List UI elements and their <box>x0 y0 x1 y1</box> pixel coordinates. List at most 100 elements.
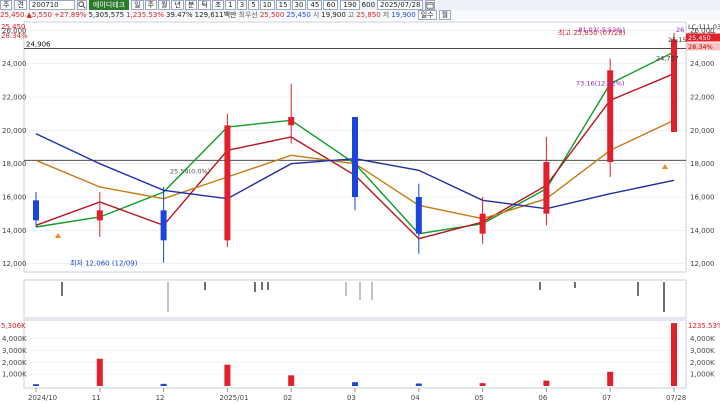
volume-tick-right: 1,000K <box>690 371 715 379</box>
volume-tick-right: 3,000K <box>690 347 715 355</box>
annotation-note1-suffix: 26 <box>676 26 684 34</box>
count-max-label: 600 <box>361 1 376 9</box>
high-value: 25,850 <box>356 11 381 19</box>
y-tick-right: 20,000 <box>690 127 715 135</box>
y-tick-left: 12,000 <box>2 260 27 268</box>
volume-tick-right: 4,000K <box>690 335 715 343</box>
volume-bar[interactable] <box>607 371 614 386</box>
volume-bar[interactable] <box>479 383 486 386</box>
volume-tick-right: 2,000K <box>690 359 715 367</box>
period-dropdown[interactable]: 견 <box>14 0 27 10</box>
volume-bar[interactable] <box>671 323 677 386</box>
annotation-note1: -81.03(-5.52%) <box>576 26 625 34</box>
current-price: 25,450 <box>0 11 25 19</box>
y-tick-right: 18,000 <box>690 160 715 168</box>
interval-button-10[interactable]: 10 <box>259 0 275 10</box>
mode-button[interactable]: 일수 <box>417 10 437 20</box>
volume-bar[interactable] <box>224 364 231 386</box>
interval-button-11[interactable]: 15 <box>275 0 291 10</box>
y-tick-left: 20,000 <box>2 127 27 135</box>
low-value: 19,900 <box>391 11 416 19</box>
interval-button-12[interactable]: 30 <box>291 0 307 10</box>
best-quote-label: 최우선 <box>238 11 258 19</box>
bid-price: 25,500 <box>259 11 285 19</box>
volume-bar[interactable] <box>33 384 39 386</box>
x-tick-label: 2024/10 <box>28 394 57 402</box>
volume-bar[interactable] <box>288 375 295 386</box>
annotation-note2: 73.16(12.92%) <box>576 79 624 87</box>
candle-body[interactable] <box>352 117 358 197</box>
annotation-note4: 25,15 <box>668 36 687 44</box>
candle-body[interactable] <box>224 125 231 241</box>
interval-button-6[interactable]: 초 <box>211 0 225 10</box>
candle-body[interactable] <box>288 117 295 126</box>
candle-body[interactable] <box>96 210 103 221</box>
interval-button-13[interactable]: 45 <box>307 0 323 10</box>
candle-body[interactable] <box>33 200 39 221</box>
high-label: 고 <box>347 11 355 19</box>
x-tick-label: 2025/01 <box>219 394 248 402</box>
volume-bar[interactable] <box>415 383 422 386</box>
volume-bar[interactable] <box>96 358 103 386</box>
volume-tick-left: 4,000K <box>2 335 27 343</box>
x-tick-label: 07/28 <box>666 394 686 402</box>
x-tick-label: 04 <box>411 394 420 402</box>
interval-button-9[interactable]: 5 <box>248 0 259 10</box>
toolbar: 주 견 200710 에이디테크 일 주 월 년 분 틱 초 1 3 5 10 15 30 45 60 19… <box>0 0 720 21</box>
interval-button-4[interactable]: 분 <box>184 0 198 10</box>
candle-body[interactable] <box>415 197 422 234</box>
count-input[interactable]: 190 <box>340 0 360 10</box>
volume-bar[interactable] <box>543 380 550 386</box>
interval-button-0[interactable]: 일 <box>131 0 144 10</box>
y-tick-left: 14,000 <box>2 227 27 235</box>
ask-price: 25,450 <box>286 11 311 19</box>
volume-rate-label: 1235.53% <box>688 322 720 330</box>
interval-button-3[interactable]: 년 <box>171 0 184 10</box>
volume-value: 5,305,575 <box>88 11 125 19</box>
y-tick-right: 14,000 <box>690 227 715 235</box>
y-tick-right: 22,000 <box>690 94 715 102</box>
volume-max-label: 5,306K <box>1 322 26 330</box>
x-tick-label: 06 <box>538 394 547 402</box>
open-label: 시 <box>312 11 320 19</box>
open-value: 19,900 <box>321 11 346 19</box>
interval-button-7[interactable]: 1 <box>225 0 236 10</box>
date-input[interactable]: 2025/07/28 <box>377 0 424 10</box>
search-icon[interactable] <box>76 0 87 10</box>
candle-body[interactable] <box>543 162 550 214</box>
period-label[interactable]: 주 <box>0 0 13 10</box>
interval-button-2[interactable]: 월 <box>158 0 171 10</box>
trading-amount: 129,611백만 <box>194 11 237 19</box>
price-change: ▲5,550 <box>26 11 52 19</box>
left-pct-label: 28.34% <box>1 32 28 40</box>
price-change-rate: +27.89% <box>53 11 87 19</box>
volume-tick-left: 2,000K <box>2 359 27 367</box>
mode-value-button[interactable]: 월 <box>438 10 452 20</box>
volume-bar[interactable] <box>352 382 358 386</box>
y-tick-right: 12,000 <box>690 260 715 268</box>
left-price-label: 25,450 <box>1 23 26 31</box>
interval-button-8[interactable]: 3 <box>236 0 248 10</box>
x-tick-label: 12 <box>156 394 165 402</box>
volume-bar[interactable] <box>160 383 167 386</box>
toolbar-row-1: 주 견 200710 에이디테크 일 주 월 년 분 틱 초 1 3 5 10 15 30 45 60 19… <box>0 0 720 10</box>
stock-code-input[interactable]: 200710 <box>28 0 75 10</box>
candle-body[interactable] <box>160 210 167 241</box>
interval-button-5[interactable]: 틱 <box>198 0 211 10</box>
mid-annotation: 25.54(0.0%) <box>170 168 210 176</box>
x-tick-label: 03 <box>347 394 356 402</box>
toolbar-row-2: 25,450 ▲5,550 +27.89% 5,305,575 1,235.53… <box>0 10 720 20</box>
x-tick-label: 02 <box>283 394 292 402</box>
interval-button-14[interactable]: 60 <box>323 0 339 10</box>
y-tick-left: 22,000 <box>2 94 27 102</box>
turnover-rate: 39.47% <box>165 11 193 19</box>
interval-button-1[interactable]: 주 <box>144 0 158 10</box>
annotation-note3: 24,737 <box>656 54 679 62</box>
low-label: 저 <box>382 11 390 19</box>
lc-label: LC:111,031 <box>688 23 720 31</box>
candle-body[interactable] <box>479 213 486 234</box>
y-tick-right: 16,000 <box>690 194 715 202</box>
calendar-icon[interactable] <box>425 0 436 10</box>
stock-chart[interactable]: 26,000 26,00024,000 24,00022,000 22,00020,0… <box>0 20 720 404</box>
price-badge: 25,450 <box>688 34 711 42</box>
